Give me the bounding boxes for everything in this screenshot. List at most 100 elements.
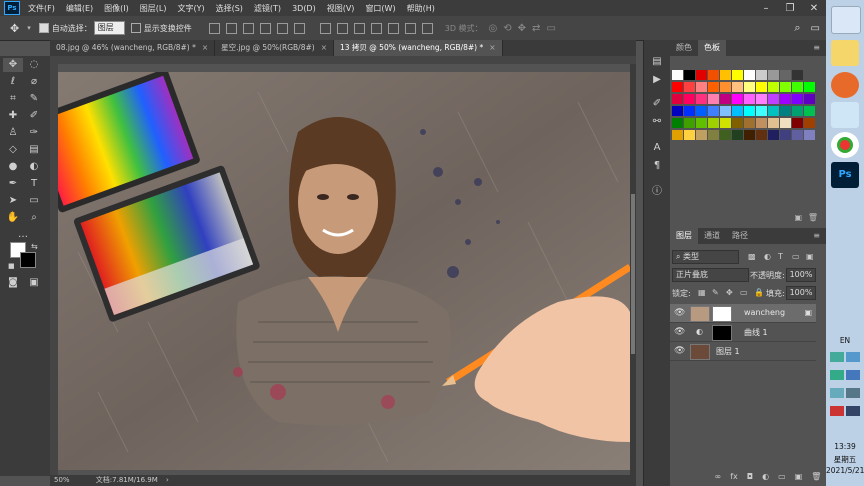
color-swatch[interactable] bbox=[804, 82, 815, 92]
menu-view[interactable]: 视图(V) bbox=[327, 3, 355, 14]
lasso-tool-icon[interactable]: ℓ bbox=[3, 75, 23, 89]
color-swatch[interactable] bbox=[768, 106, 779, 116]
color-swatch[interactable] bbox=[804, 130, 815, 140]
show-transform-checkbox[interactable] bbox=[130, 23, 141, 33]
color-swatch[interactable] bbox=[720, 130, 731, 140]
align-top-icon[interactable] bbox=[208, 22, 220, 34]
type-tool-icon[interactable]: T bbox=[24, 177, 44, 191]
layer-mask-thumbnail[interactable] bbox=[712, 325, 732, 341]
color-swatch[interactable] bbox=[684, 118, 695, 128]
color-swatch[interactable] bbox=[720, 106, 731, 116]
restore-icon[interactable]: ❐ bbox=[778, 3, 802, 14]
delete-swatch-icon[interactable]: 🗑 bbox=[808, 213, 818, 222]
clock-time[interactable]: 13:39 bbox=[826, 442, 864, 451]
zoom-level[interactable]: 50% bbox=[54, 476, 70, 484]
color-swatch[interactable] bbox=[780, 94, 791, 104]
fill-input[interactable]: 100% bbox=[786, 286, 816, 300]
close-icon[interactable]: ✕ bbox=[802, 3, 826, 14]
document-canvas[interactable] bbox=[58, 72, 630, 470]
color-swatch[interactable] bbox=[756, 130, 767, 140]
rectangle-tool-icon[interactable]: ▭ bbox=[24, 194, 44, 208]
filter-type-icon[interactable]: T bbox=[778, 252, 783, 261]
color-swatch[interactable] bbox=[672, 130, 683, 140]
tray-icon[interactable] bbox=[830, 406, 844, 416]
chevron-down-icon[interactable]: ▾ bbox=[27, 24, 31, 32]
color-swatch[interactable] bbox=[768, 130, 779, 140]
brush-settings-icon[interactable]: ✐ bbox=[650, 98, 664, 110]
new-swatch-icon[interactable]: ▣ bbox=[794, 213, 802, 222]
new-adjustment-icon[interactable]: ◐ bbox=[762, 472, 769, 484]
visibility-eye-icon[interactable]: 👁 bbox=[674, 308, 685, 318]
tab-layers[interactable]: 图层 bbox=[670, 228, 698, 244]
color-swatch[interactable] bbox=[756, 82, 767, 92]
color-swatch[interactable] bbox=[720, 82, 731, 92]
color-swatch[interactable] bbox=[768, 118, 779, 128]
pen-tool-icon[interactable]: ✒ bbox=[3, 177, 23, 191]
tab-swatches[interactable]: 色板 bbox=[698, 40, 726, 56]
gradient-tool-icon[interactable]: ▤ bbox=[24, 143, 44, 157]
color-swatch[interactable] bbox=[744, 130, 755, 140]
color-swatch[interactable] bbox=[756, 70, 767, 80]
color-swatch[interactable] bbox=[732, 118, 743, 128]
color-swatch[interactable] bbox=[744, 70, 755, 80]
swap-colors-icon[interactable]: ⇆ bbox=[31, 242, 38, 251]
move-tool-icon[interactable]: ✥ bbox=[3, 58, 23, 72]
color-swatch[interactable] bbox=[792, 94, 803, 104]
tray-icon[interactable] bbox=[846, 352, 860, 362]
window-icon[interactable] bbox=[831, 102, 859, 128]
link-layers-icon[interactable]: ∞ bbox=[715, 472, 722, 484]
info-icon[interactable]: ⓘ bbox=[650, 186, 664, 198]
3d-scale-icon[interactable]: ▭ bbox=[546, 23, 555, 34]
search-icon[interactable]: ⌕ bbox=[794, 21, 800, 35]
delete-layer-icon[interactable]: 🗑 bbox=[811, 472, 821, 484]
lock-position-icon[interactable]: ✥ bbox=[726, 288, 733, 297]
history-icon[interactable]: ▤ bbox=[650, 56, 664, 68]
tab-color[interactable]: 颜色 bbox=[670, 40, 698, 56]
menu-image[interactable]: 图像(I) bbox=[104, 3, 129, 14]
color-swatch[interactable] bbox=[720, 70, 731, 80]
menu-3d[interactable]: 3D(D) bbox=[292, 4, 316, 13]
color-swatch[interactable] bbox=[672, 82, 683, 92]
panel-menu-icon[interactable]: ≡ bbox=[813, 228, 820, 244]
auto-select-checkbox[interactable] bbox=[38, 23, 49, 33]
auto-select-dropdown[interactable]: 图层 bbox=[93, 21, 125, 35]
color-swatch[interactable] bbox=[804, 118, 815, 128]
menu-select[interactable]: 选择(S) bbox=[216, 3, 243, 14]
color-swatch[interactable] bbox=[744, 118, 755, 128]
color-swatch[interactable] bbox=[684, 106, 695, 116]
align-vcenter-icon[interactable] bbox=[225, 22, 237, 34]
new-group-icon[interactable]: ▭ bbox=[778, 472, 786, 484]
marquee-tool-icon[interactable]: ◌ bbox=[24, 58, 44, 72]
align-hcenter-icon[interactable] bbox=[276, 22, 288, 34]
menu-type[interactable]: 文字(Y) bbox=[177, 3, 204, 14]
color-swatch[interactable] bbox=[780, 82, 791, 92]
color-swatch[interactable] bbox=[684, 70, 695, 80]
layer-row[interactable]: 👁 ◐ 曲线 1 bbox=[670, 323, 816, 342]
color-swatch[interactable] bbox=[756, 118, 767, 128]
color-swatch[interactable] bbox=[708, 118, 719, 128]
panel-menu-icon[interactable]: ≡ bbox=[813, 40, 820, 56]
layer-mask-thumbnail[interactable] bbox=[712, 306, 732, 322]
align-bottom-icon[interactable] bbox=[242, 22, 254, 34]
menu-edit[interactable]: 编辑(E) bbox=[66, 3, 93, 14]
move-tool-icon[interactable]: ✥ bbox=[10, 22, 19, 35]
color-swatch[interactable] bbox=[792, 70, 803, 80]
tray-icon[interactable] bbox=[846, 406, 860, 416]
color-swatch[interactable] bbox=[744, 106, 755, 116]
color-swatch[interactable] bbox=[732, 94, 743, 104]
input-language[interactable]: EN bbox=[826, 336, 864, 345]
filter-shape-icon[interactable]: ▭ bbox=[792, 252, 800, 261]
chrome-icon[interactable] bbox=[831, 132, 859, 158]
color-swatch[interactable] bbox=[744, 94, 755, 104]
3d-orbit-icon[interactable]: ◎ bbox=[489, 23, 498, 34]
distribute-bottom-icon[interactable] bbox=[353, 22, 365, 34]
distribute-hcenter-icon[interactable] bbox=[387, 22, 399, 34]
color-swatch[interactable] bbox=[792, 118, 803, 128]
adjustments-icon[interactable]: ⚯ bbox=[650, 116, 664, 128]
tray-icon[interactable] bbox=[846, 388, 860, 398]
lock-transparent-icon[interactable]: ▦ bbox=[698, 288, 706, 297]
menu-window[interactable]: 窗口(W) bbox=[365, 3, 395, 14]
menu-filter[interactable]: 滤镜(T) bbox=[254, 3, 281, 14]
color-swatch[interactable] bbox=[672, 118, 683, 128]
tray-icon[interactable] bbox=[830, 388, 844, 398]
